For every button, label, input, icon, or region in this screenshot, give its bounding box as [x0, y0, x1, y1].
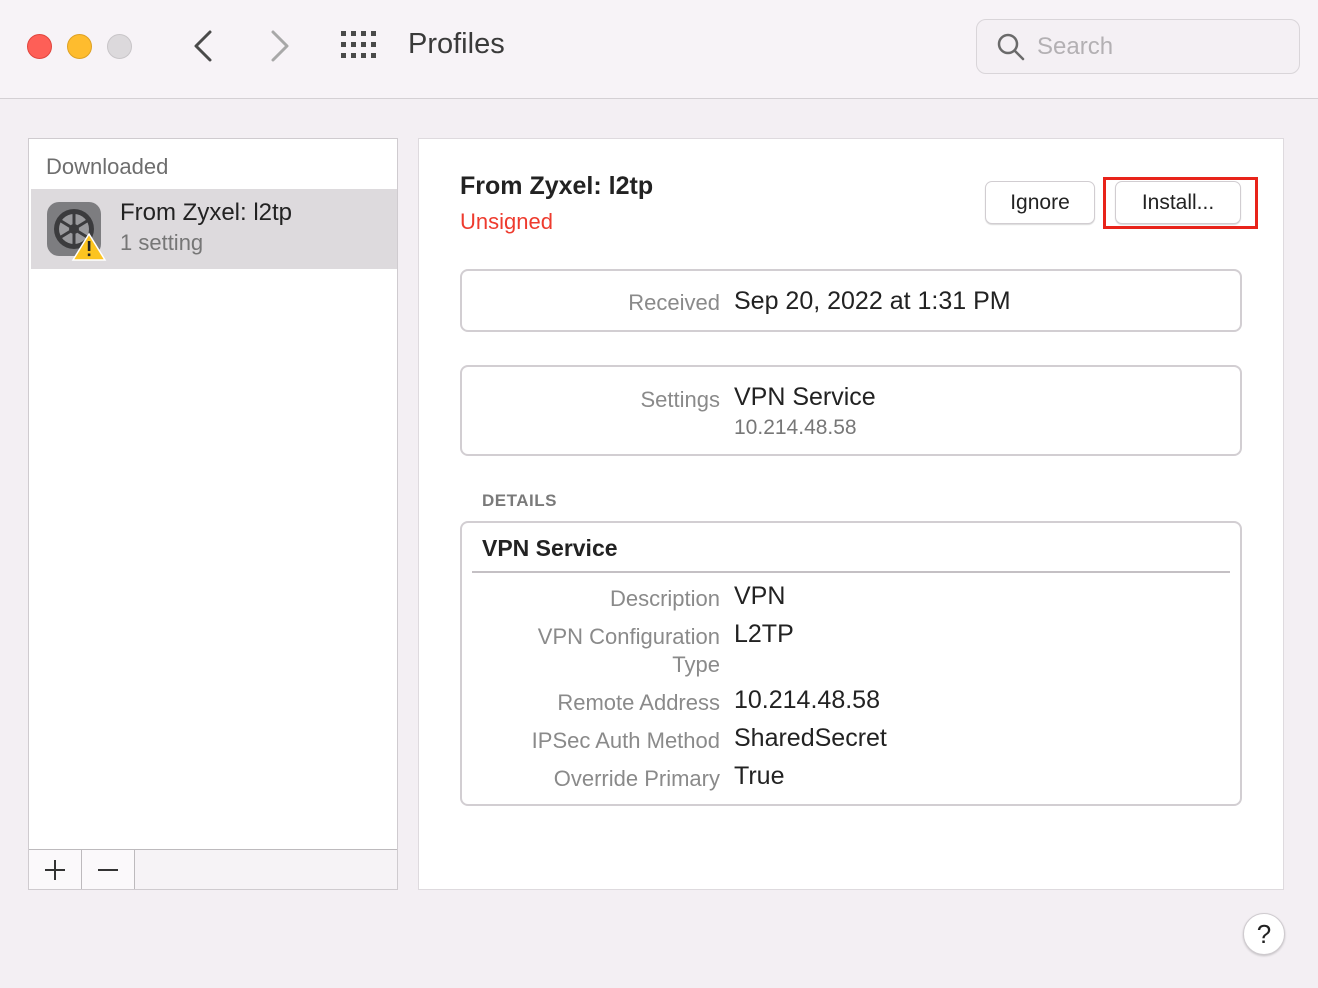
settings-address: 10.214.48.58: [734, 416, 857, 439]
details-title: VPN Service: [482, 535, 618, 561]
profiles-sidebar: Downloaded From Zyxel: l2tp 1 setting: [28, 138, 398, 890]
plus-icon: [45, 860, 65, 880]
search-icon: [997, 33, 1025, 61]
zoom-window-button[interactable]: [107, 34, 132, 59]
sidebar-section-header: Downloaded: [46, 154, 169, 179]
details-box: VPN Service Description VPN VPN Configur…: [460, 521, 1242, 806]
signature-status: Unsigned: [460, 209, 553, 234]
forward-button[interactable]: [259, 26, 299, 66]
chevron-left-icon: [194, 30, 212, 62]
search-input[interactable]: [1037, 32, 1287, 62]
profile-detail-panel: From Zyxel: l2tp Unsigned Ignore Install…: [418, 138, 1284, 890]
remote-address-label: Remote Address: [557, 690, 720, 715]
settings-box: Settings VPN Service 10.214.48.58: [460, 365, 1242, 456]
vpn-config-type-label-line2: Type: [672, 652, 720, 677]
sidebar-item-title: From Zyxel: l2tp: [120, 199, 293, 226]
override-primary-value: True: [734, 762, 785, 790]
install-highlight-box: [1103, 177, 1258, 229]
sidebar-footer: [29, 849, 397, 889]
help-button[interactable]: ?: [1243, 913, 1285, 955]
sidebar-item-subtitle: 1 setting: [120, 230, 204, 255]
details-section-header: DETAILS: [482, 491, 557, 510]
grid-icon: [341, 31, 376, 58]
ignore-button[interactable]: Ignore: [985, 181, 1095, 224]
vpn-config-type-label: VPN Configuration: [537, 624, 720, 649]
search-field[interactable]: [976, 19, 1300, 74]
remove-profile-button[interactable]: [82, 850, 135, 889]
add-profile-button[interactable]: [29, 850, 82, 889]
system-preferences-warning-icon: [47, 202, 107, 261]
sidebar-item-profile[interactable]: From Zyxel: l2tp 1 setting: [31, 189, 397, 269]
title-bar: Profiles: [0, 0, 1318, 99]
close-window-button[interactable]: [27, 34, 52, 59]
minus-icon: [98, 869, 118, 871]
override-primary-label: Override Primary: [553, 766, 720, 791]
received-label: Received: [628, 290, 720, 315]
remote-address-value: 10.214.48.58: [734, 686, 880, 714]
divider: [472, 571, 1230, 573]
settings-value: VPN Service: [734, 383, 876, 411]
ipsec-auth-method-value: SharedSecret: [734, 724, 887, 752]
received-box: Received Sep 20, 2022 at 1:31 PM: [460, 269, 1242, 332]
settings-label: Settings: [640, 387, 721, 412]
vpn-config-type-value: L2TP: [734, 620, 794, 648]
chevron-right-icon: [271, 30, 289, 62]
page-title: Profiles: [408, 28, 505, 60]
show-all-button[interactable]: [340, 30, 380, 62]
received-value: Sep 20, 2022 at 1:31 PM: [734, 287, 1011, 315]
ipsec-auth-method-label: IPSec Auth Method: [531, 728, 720, 753]
description-value: VPN: [734, 582, 786, 610]
profile-title: From Zyxel: l2tp: [460, 172, 654, 200]
minimize-window-button[interactable]: [67, 34, 92, 59]
back-button[interactable]: [184, 26, 224, 66]
description-label: Description: [609, 586, 720, 611]
